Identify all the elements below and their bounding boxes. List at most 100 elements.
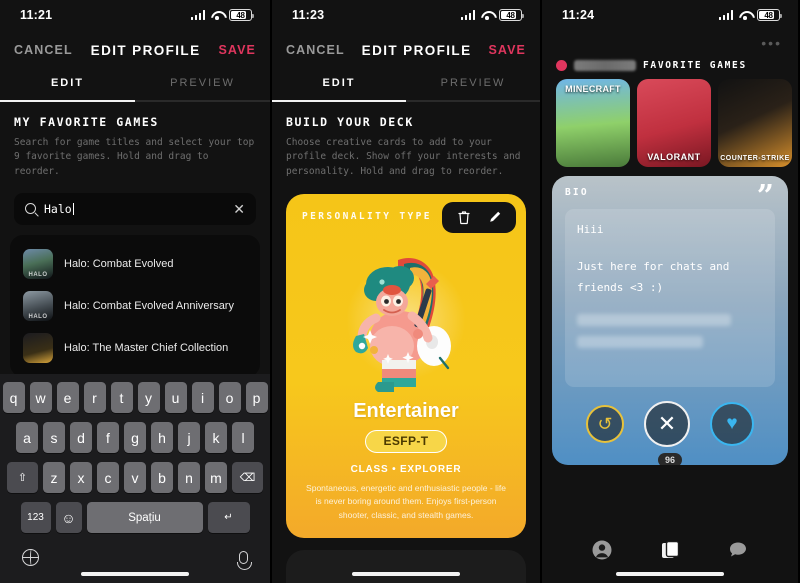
key-c[interactable]: c <box>97 462 119 493</box>
game-tile[interactable]: VALORANT <box>637 79 711 167</box>
blurred-line <box>577 314 732 327</box>
key-w[interactable]: w <box>29 382 52 413</box>
emoji-key[interactable]: ☺ <box>55 502 82 533</box>
key-g[interactable]: g <box>124 422 146 453</box>
screenshot-root: 11:21 48 CANCEL EDIT PROFILE SAVE EDIT P… <box>0 0 800 583</box>
favorite-games-section: MY FAVORITE GAMES Search for game titles… <box>0 102 270 180</box>
key-n[interactable]: n <box>178 462 200 493</box>
battery-level: 48 <box>236 10 245 20</box>
game-tile-subtitle: VALORANT <box>647 152 701 162</box>
microphone-icon[interactable] <box>236 551 252 570</box>
pass-button[interactable]: ✕ <box>644 401 690 447</box>
undo-button[interactable]: ↺ <box>586 405 624 443</box>
username-redacted <box>574 60 636 71</box>
build-deck-section: BUILD YOUR DECK Choose creative cards to… <box>272 102 540 180</box>
keyboard-row-1: q w e r t y u i o p <box>0 382 270 413</box>
list-item[interactable]: HALO Halo: Combat Evolved <box>10 243 260 285</box>
numbers-key[interactable]: 123 <box>20 502 51 533</box>
section-subtitle: Search for game titles and select your t… <box>14 136 255 177</box>
game-tile[interactable]: COUNTER-STRIKE <box>718 79 792 167</box>
key-j[interactable]: j <box>178 422 200 453</box>
personality-type-card[interactable]: PERSONALITY TYPE Entertainer ESFP-T CLAS… <box>286 193 526 539</box>
game-tile[interactable]: MINECRAFT <box>556 79 630 167</box>
key-d[interactable]: d <box>70 422 92 453</box>
tab-preview[interactable]: PREVIEW <box>406 66 540 100</box>
personality-illustration <box>340 242 472 394</box>
personality-description: Spontaneous, energetic and enthusiastic … <box>306 482 506 520</box>
game-thumb-label: HALO <box>28 313 48 320</box>
tab-edit[interactable]: EDIT <box>272 66 406 100</box>
key-e[interactable]: e <box>56 382 79 413</box>
space-key[interactable]: Spațiu <box>86 502 203 533</box>
deck-card-placeholder[interactable] <box>286 550 526 583</box>
game-tile-title: MINECRAFT <box>565 84 621 94</box>
keyboard-bottom-row <box>0 542 270 570</box>
key-b[interactable]: b <box>151 462 173 493</box>
key-t[interactable]: t <box>110 382 133 413</box>
clear-search-button[interactable]: ✕ <box>233 202 245 216</box>
tab-preview[interactable]: PREVIEW <box>135 66 270 100</box>
search-input[interactable]: Halo ✕ <box>14 192 256 225</box>
page-title: EDIT PROFILE <box>361 42 472 58</box>
battery-icon: 48 <box>499 9 524 21</box>
tab-indicator <box>272 100 540 102</box>
key-a[interactable]: a <box>16 422 38 453</box>
status-time: 11:23 <box>292 8 325 22</box>
key-m[interactable]: m <box>205 462 227 493</box>
save-button[interactable]: SAVE <box>488 43 526 57</box>
key-x[interactable]: x <box>70 462 92 493</box>
delete-icon[interactable] <box>455 209 472 226</box>
card-count-badge: 96 <box>657 453 683 465</box>
status-time: 11:24 <box>562 8 595 22</box>
nav-bar: CANCEL EDIT PROFILE SAVE <box>0 34 270 66</box>
bio-blurred-content <box>577 314 763 349</box>
bio-card[interactable]: BIO ” Hiii Just here for chats and frien… <box>552 176 788 465</box>
key-l[interactable]: l <box>232 422 254 453</box>
virtual-keyboard[interactable]: q w e r t y u i o p a s d f g h j k l ⇧ … <box>0 374 270 583</box>
chat-tab-icon[interactable] <box>728 540 748 560</box>
personality-code-badge: ESFP-T <box>365 429 447 453</box>
edit-pencil-icon[interactable] <box>486 209 503 226</box>
key-r[interactable]: r <box>83 382 106 413</box>
backspace-key[interactable]: ⌫ <box>232 462 263 493</box>
swipe-action-bar: ↺ ✕ ♥ <box>552 401 788 447</box>
phone-screen-edit-games: 11:21 48 CANCEL EDIT PROFILE SAVE EDIT P… <box>0 0 270 583</box>
keyboard-row-2: a s d f g h j k l <box>0 422 270 453</box>
phone-screen-profile-preview: 11:24 48 ••• FAVORITE GAMES MINECRAFT VA… <box>542 0 798 583</box>
bottom-tab-bar <box>542 539 798 561</box>
search-icon <box>25 203 36 215</box>
more-options-icon[interactable]: ••• <box>542 30 798 50</box>
key-y[interactable]: y <box>137 382 160 413</box>
keyboard-row-4: 123 ☺ Spațiu ↵ <box>0 502 270 533</box>
favorite-games-header: FAVORITE GAMES <box>542 50 798 71</box>
cancel-button[interactable]: CANCEL <box>14 43 73 57</box>
key-f[interactable]: f <box>97 422 119 453</box>
key-o[interactable]: o <box>218 382 241 413</box>
key-k[interactable]: k <box>205 422 227 453</box>
list-item[interactable]: HALO Halo: Combat Evolved Anniversary <box>10 285 260 327</box>
card-label: PERSONALITY TYPE <box>302 210 432 222</box>
list-item-label: Halo: Combat Evolved Anniversary <box>64 299 234 312</box>
favorite-games-row: MINECRAFT VALORANT COUNTER-STRIKE ROBLOX <box>542 71 798 167</box>
key-p[interactable]: p <box>245 382 268 413</box>
key-v[interactable]: v <box>124 462 146 493</box>
key-z[interactable]: z <box>43 462 65 493</box>
key-s[interactable]: s <box>43 422 65 453</box>
cancel-button[interactable]: CANCEL <box>286 43 345 57</box>
key-q[interactable]: q <box>2 382 25 413</box>
key-u[interactable]: u <box>164 382 187 413</box>
quote-icon: ” <box>756 179 774 214</box>
key-h[interactable]: h <box>151 422 173 453</box>
shift-key[interactable]: ⇧ <box>7 462 38 493</box>
globe-icon[interactable] <box>21 548 39 566</box>
bio-line-1: Hiii <box>577 223 604 236</box>
tab-edit[interactable]: EDIT <box>0 66 135 100</box>
return-key[interactable]: ↵ <box>207 502 250 533</box>
profile-tab-icon[interactable] <box>592 540 612 560</box>
cards-tab-icon[interactable] <box>659 539 681 561</box>
list-item[interactable]: Halo: The Master Chief Collection <box>10 327 260 369</box>
game-tile-subtitle: COUNTER-STRIKE <box>720 155 790 162</box>
save-button[interactable]: SAVE <box>218 43 256 57</box>
like-button[interactable]: ♥ <box>710 402 754 446</box>
key-i[interactable]: i <box>191 382 214 413</box>
